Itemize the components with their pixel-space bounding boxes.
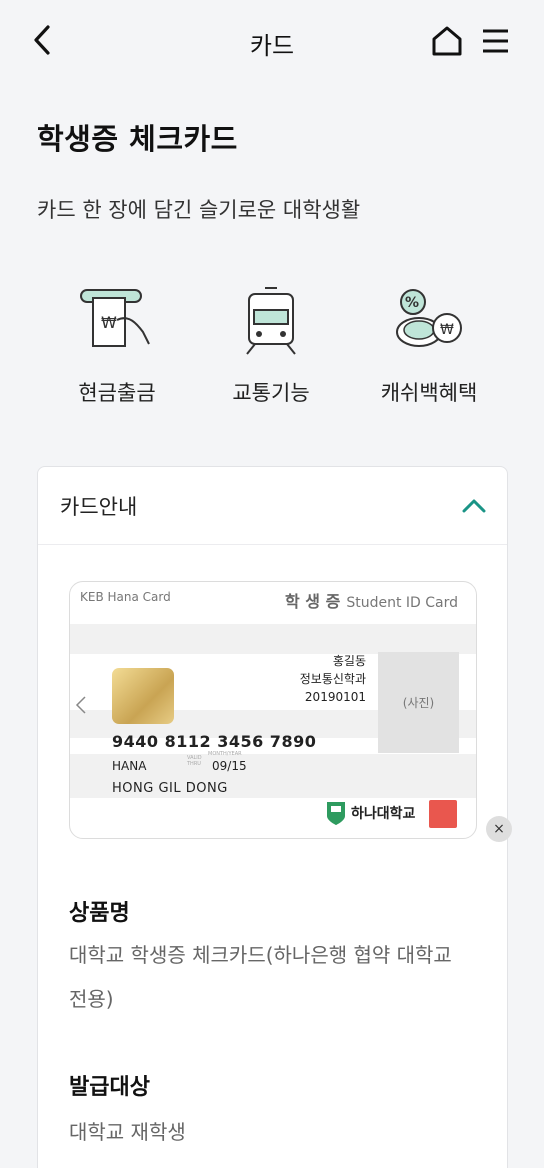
atm-withdraw-icon: ₩	[80, 289, 150, 347]
feature-cashback: % ₩ 캐쉬백혜택	[354, 284, 504, 407]
card-holder-name: HONG GIL DONG	[112, 781, 228, 796]
svg-text:%: %	[405, 295, 419, 311]
eligibility-heading: 발급대상	[69, 1075, 150, 1100]
card-holder-info: 홍길동 정보통신학과 20190101	[300, 652, 366, 706]
svg-text:₩: ₩	[101, 313, 117, 332]
student-id-card-image: KEB Hana Card 학 생 증 Student ID Card 홍길동 정…	[69, 581, 477, 839]
chevron-left-icon[interactable]	[74, 694, 88, 716]
chevron-up-icon[interactable]	[461, 495, 487, 517]
eligibility-value: 대학교 재학생	[69, 1120, 186, 1144]
card-band	[70, 624, 476, 654]
svg-text:₩: ₩	[440, 322, 454, 338]
card-department: 정보통신학과	[299, 672, 366, 686]
coin-cashback-icon: % ₩	[396, 289, 462, 347]
product-name-heading: 상품명	[69, 901, 130, 926]
card-kind-ko: 학 생 증	[285, 592, 341, 611]
university-seal-icon	[429, 800, 457, 828]
product-title: 학생증 체크카드	[37, 122, 238, 156]
card-bank: HANA	[112, 759, 147, 773]
card-chip	[112, 668, 174, 724]
product-name-value: 대학교 학생증 체크카드(하나은행 협약 대학교 전용)	[69, 943, 452, 1011]
feature-label: 캐쉬백혜택	[380, 381, 478, 405]
product-subtitle: 카드 한 장에 담긴 슬기로운 대학생활	[37, 198, 361, 222]
card-month-year-label: MONTH/YEAR	[208, 751, 242, 757]
card-guide-panel: 카드안내 KEB Hana Card 학 생 증 Student ID Card …	[37, 466, 512, 1168]
train-icon	[246, 287, 296, 355]
card-kind: 학 생 증 Student ID Card	[285, 588, 458, 612]
feature-label: 교통기능	[232, 381, 310, 405]
card-guide-title: 카드안내	[60, 495, 138, 519]
card-name-ko: 홍길동	[332, 654, 366, 668]
card-brand: KEB Hana Card	[80, 590, 171, 604]
card-guide-header[interactable]: 카드안내	[38, 467, 507, 545]
feature-cash-withdraw: ₩ 현금출금	[42, 284, 192, 407]
card-valid-thru-label: VALID THRU	[187, 755, 202, 767]
hamburger-menu-icon[interactable]	[478, 24, 512, 58]
home-icon[interactable]	[428, 22, 466, 60]
card-university: 하나대학교	[351, 806, 416, 822]
card-student-number: 20190101	[304, 690, 366, 704]
card-expiry: 09/15	[212, 759, 247, 773]
feature-label: 현금출금	[78, 381, 156, 405]
university-logo-icon	[327, 802, 345, 825]
card-number: 9440 8112 3456 7890	[112, 732, 317, 751]
close-button[interactable]: ×	[486, 816, 512, 842]
top-navigation-bar: 카드	[0, 0, 544, 84]
feature-transit: 교통기능	[196, 284, 346, 407]
card-photo-placeholder: (사진)	[378, 652, 459, 753]
card-kind-en: Student ID Card	[346, 595, 458, 611]
